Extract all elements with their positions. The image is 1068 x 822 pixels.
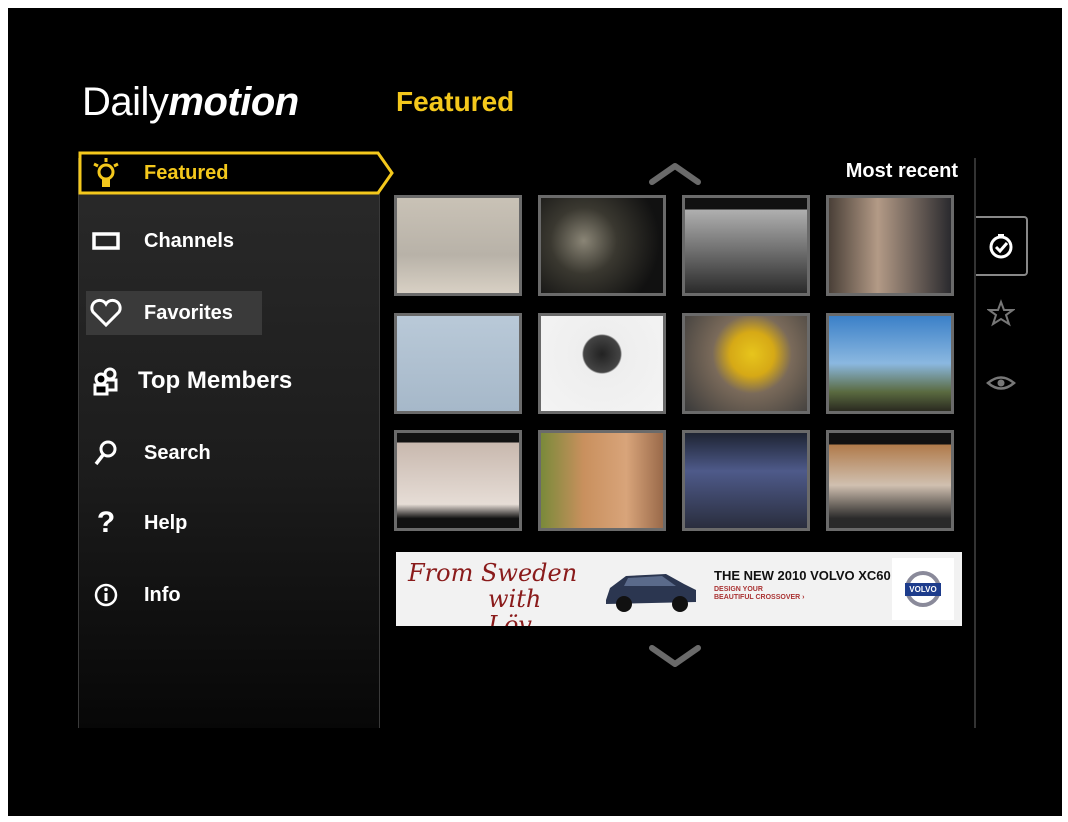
sidebar-item-label: Featured xyxy=(144,161,229,184)
clock-check-icon xyxy=(989,234,1013,259)
members-icon xyxy=(84,356,128,406)
sidebar-item-label: Help xyxy=(144,511,188,534)
sidebar-item-label: Channels xyxy=(144,229,235,252)
search-icon xyxy=(84,428,128,478)
sidebar-item-label: Info xyxy=(144,583,181,606)
sort-label: Most recent xyxy=(845,160,958,182)
tab-most-recent[interactable] xyxy=(976,216,1028,276)
sidebar-item-favorites[interactable]: Favorites xyxy=(78,288,378,338)
video-thumbnail[interactable] xyxy=(826,313,954,414)
video-thumbnail[interactable] xyxy=(394,313,522,414)
sidebar-item-channels[interactable]: Channels xyxy=(78,216,378,266)
heart-icon xyxy=(84,288,128,338)
sidebar-item-top-members[interactable]: Top Members xyxy=(78,356,378,406)
video-thumbnail[interactable] xyxy=(538,313,666,414)
tv-rectangle-icon xyxy=(84,216,128,266)
video-thumbnail[interactable] xyxy=(394,430,522,531)
sidebar-item-label: Search xyxy=(144,441,211,464)
tab-top-rated[interactable] xyxy=(986,298,1016,328)
star-icon xyxy=(987,299,1015,327)
ad-subtext: DESIGN YOUR xyxy=(714,586,763,593)
car-image xyxy=(606,574,696,612)
ad-headline: THE NEW 2010 VOLVO XC60 xyxy=(714,568,891,583)
scroll-up-arrow[interactable] xyxy=(648,160,702,191)
sidebar-item-search[interactable]: Search xyxy=(78,428,378,478)
tv-app-screen: Dailymotion Featured Featured Channels F… xyxy=(8,8,1062,816)
video-thumbnail[interactable] xyxy=(682,313,810,414)
video-thumbnail[interactable] xyxy=(538,195,666,296)
lightbulb-icon xyxy=(84,148,128,198)
dailymotion-logo: Dailymotion xyxy=(82,80,299,124)
ad-subtext: BEAUTIFUL CROSSOVER › xyxy=(714,594,805,601)
video-thumbnail[interactable] xyxy=(682,195,810,296)
question-mark-icon: ? xyxy=(96,506,116,539)
info-icon xyxy=(84,570,128,620)
scroll-down-arrow[interactable] xyxy=(648,644,702,675)
sidebar-item-label: Favorites xyxy=(144,301,233,324)
volvo-logo: VOLVO xyxy=(892,558,954,620)
ad-banner[interactable]: From Sweden with Löv THE NEW 2010 VOLVO … xyxy=(396,552,962,626)
page-title: Featured xyxy=(396,86,515,117)
sidebar-item-help[interactable]: ? Help xyxy=(78,498,378,548)
tab-most-viewed[interactable] xyxy=(986,368,1016,398)
video-thumbnail[interactable] xyxy=(826,430,954,531)
eye-icon xyxy=(986,376,1016,390)
sidebar-item-info[interactable]: Info xyxy=(78,570,378,620)
video-thumbnail[interactable] xyxy=(394,195,522,296)
ad-slogan: From Sweden with Löv xyxy=(408,559,578,626)
video-thumbnail[interactable] xyxy=(826,195,954,296)
sidebar-item-featured[interactable]: Featured xyxy=(78,148,394,198)
sidebar-item-label: Top Members xyxy=(138,367,293,394)
video-thumbnail[interactable] xyxy=(538,430,666,531)
chevron-down-icon xyxy=(649,645,701,667)
chevron-up-icon xyxy=(649,163,701,185)
video-thumbnail[interactable] xyxy=(682,430,810,531)
